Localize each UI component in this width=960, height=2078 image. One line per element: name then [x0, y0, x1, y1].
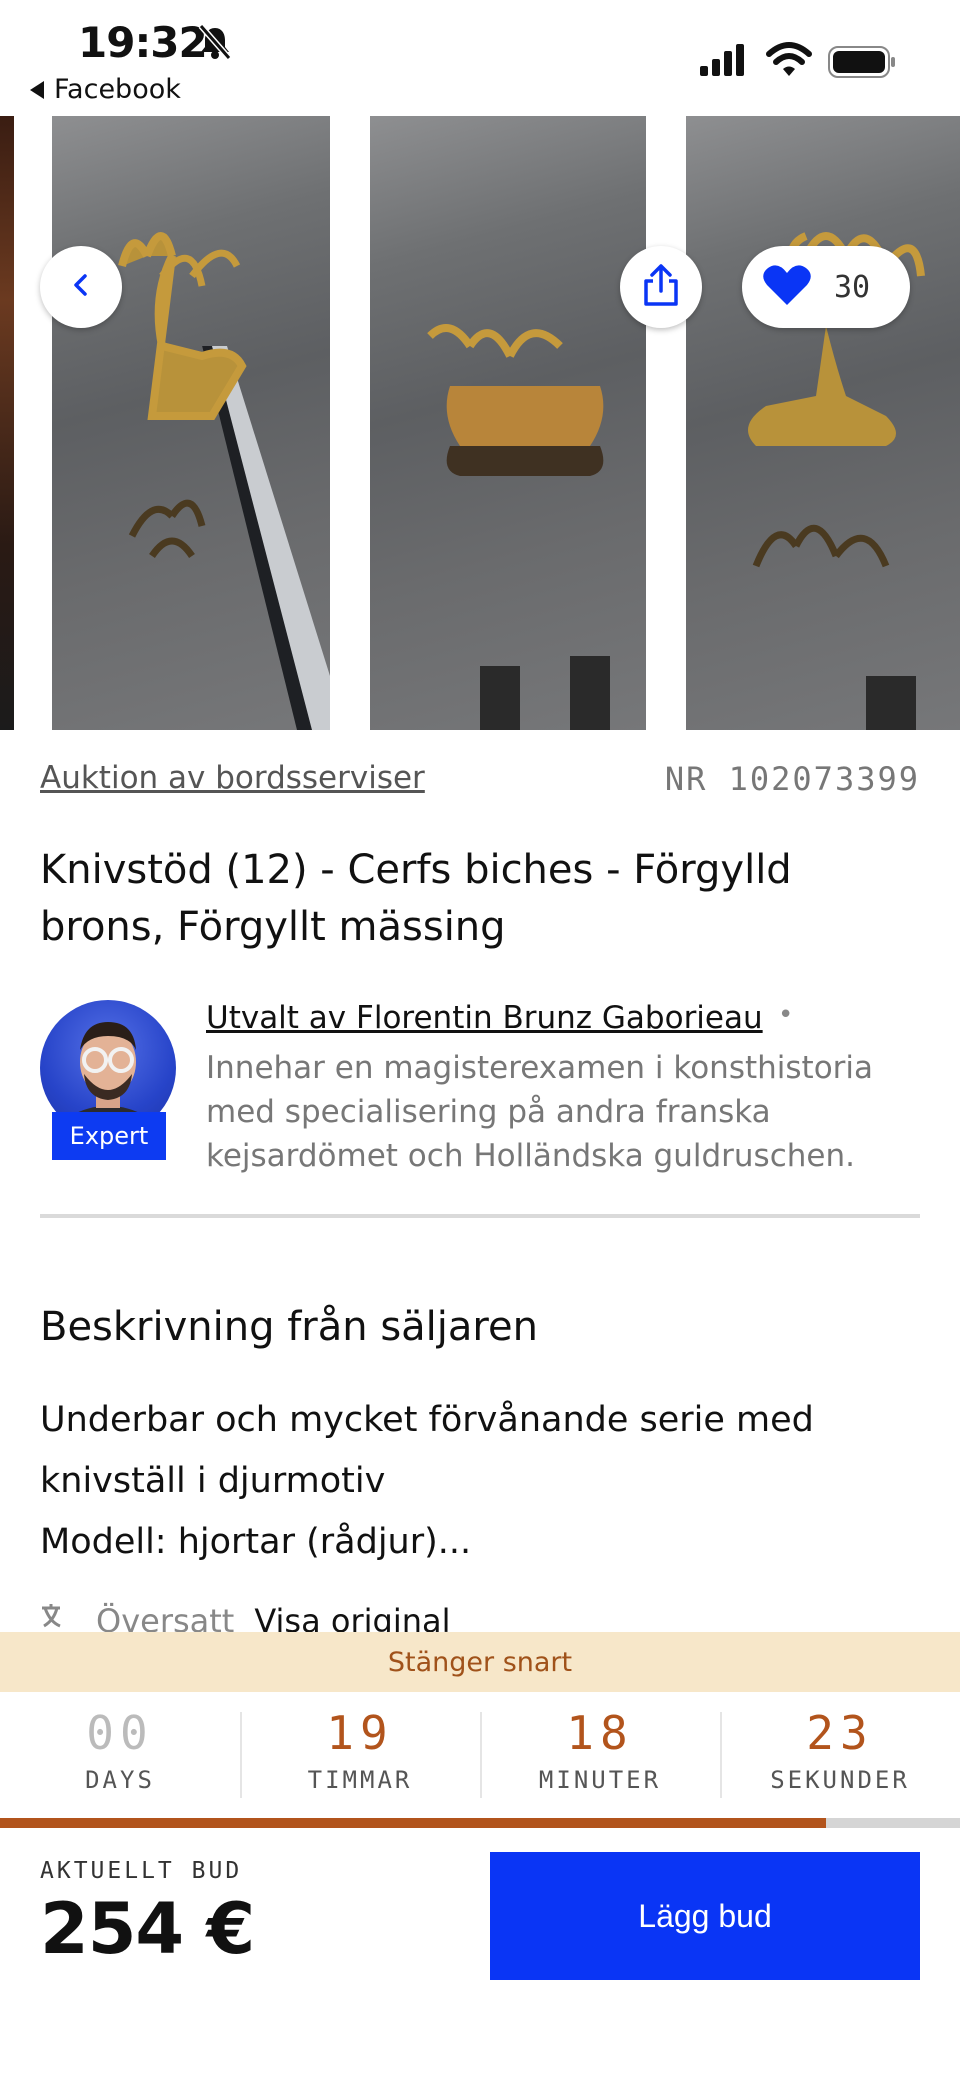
back-app-label: Facebook [54, 74, 181, 105]
gallery-photo-3[interactable] [686, 116, 960, 730]
gallery-photo-2[interactable] [370, 116, 646, 730]
auction-progress-bar [0, 1818, 960, 1828]
show-original-link[interactable]: Visa original [254, 1602, 450, 1632]
gallery-photo-previous[interactable] [0, 116, 14, 730]
battery-icon [828, 46, 898, 82]
expert-name-link[interactable]: Utvalt av Florentin Brunz Gaborieau [206, 1000, 763, 1036]
countdown-hours-value: 19 [326, 1706, 394, 1760]
countdown-days: 00 DAYS [0, 1692, 240, 1818]
current-bid-label: AKTUELLT BUD [40, 1858, 243, 1884]
favorite-count: 30 [834, 269, 871, 305]
closing-soon-banner: Stänger snart [0, 1632, 960, 1692]
countdown-hours: 19 TIMMAR [240, 1692, 480, 1818]
description-line-1: Underbar och mycket förvånande serie med… [40, 1400, 814, 1501]
auction-progress-fill [0, 1818, 826, 1828]
signal-icon [700, 44, 750, 82]
share-button[interactable] [620, 246, 702, 328]
favorite-button[interactable]: 30 [742, 246, 910, 328]
image-gallery[interactable]: 30 [0, 116, 960, 730]
expert-separator: • [778, 1000, 794, 1030]
lot-number: NR 102073399 [664, 760, 920, 798]
description-text[interactable]: Underbar och mycket förvånande serie med… [40, 1390, 920, 1573]
auction-category-link[interactable]: Auktion av bordsserviser [40, 760, 425, 796]
place-bid-button[interactable]: Lägg bud [490, 1852, 920, 1980]
countdown-days-value: 00 [86, 1706, 154, 1760]
lot-title: Knivstöd (12) - Cerfs biches - Förgylld … [40, 847, 792, 950]
back-to-app-link[interactable]: Facebook [30, 74, 181, 105]
back-triangle-icon [30, 80, 44, 99]
heart-icon [762, 263, 812, 311]
status-bar: 19:32 Facebook [0, 0, 960, 112]
expert-bio: Innehar en magisterexamen i konsthistori… [206, 1050, 874, 1174]
countdown-minutes: 18 MINUTER [480, 1692, 720, 1818]
translation-row: Översatt Visa original [40, 1602, 450, 1632]
section-divider [40, 1214, 920, 1218]
countdown-timer: 00 DAYS 19 TIMMAR 18 MINUTER 23 SEKUNDER [0, 1692, 960, 1818]
description-line-2: Modell: hjortar (rådjur)... [40, 1522, 472, 1562]
countdown-seconds-label: SEKUNDER [770, 1766, 910, 1794]
countdown-minutes-value: 18 [566, 1706, 634, 1760]
countdown-seconds: 23 SEKUNDER [720, 1692, 960, 1818]
countdown-days-label: DAYS [85, 1766, 155, 1794]
bell-muted-icon [198, 24, 232, 64]
countdown-seconds-value: 23 [806, 1706, 874, 1760]
wifi-icon [766, 42, 812, 82]
gallery-back-button[interactable] [40, 246, 122, 328]
translate-icon [40, 1602, 76, 1632]
description-heading: Beskrivning från säljaren [40, 1304, 538, 1350]
clock: 19:32 [78, 18, 208, 67]
chevron-left-icon [68, 272, 94, 302]
countdown-hours-label: TIMMAR [307, 1766, 413, 1794]
countdown-minutes-label: MINUTER [538, 1766, 662, 1794]
current-bid-amount: 254 € [40, 1888, 255, 1970]
share-icon [641, 263, 681, 311]
gallery-photo-1[interactable] [52, 116, 330, 730]
translated-label: Översatt [96, 1602, 235, 1632]
expert-badge: Expert [52, 1112, 166, 1160]
